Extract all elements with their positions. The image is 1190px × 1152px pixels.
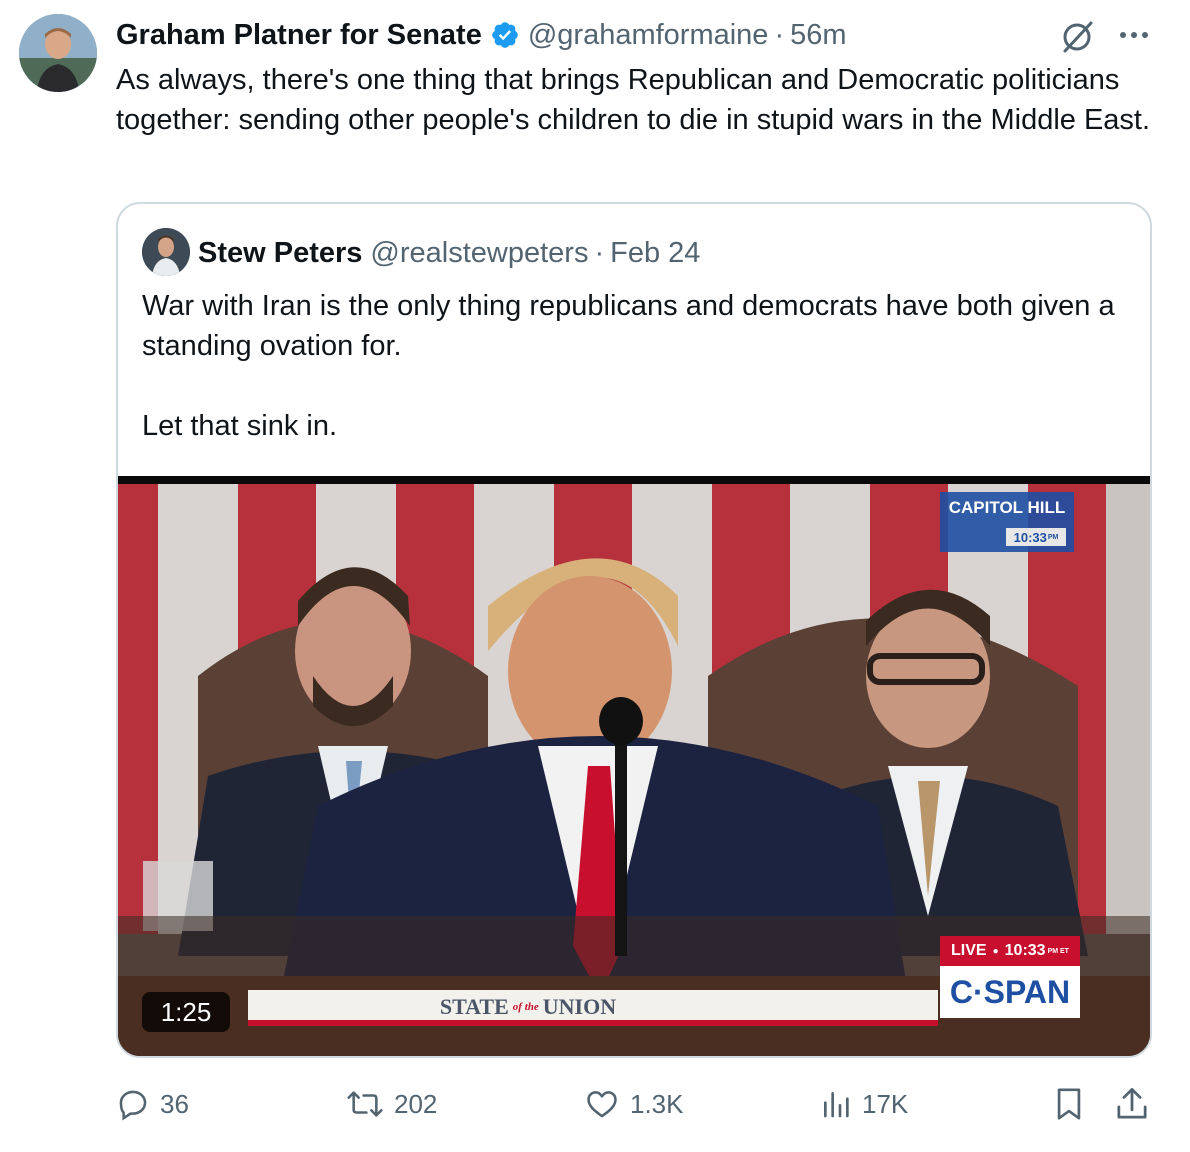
live-time: 10:33 [1004, 942, 1046, 959]
share-icon [1117, 1087, 1147, 1119]
more-icon[interactable] [1114, 20, 1154, 50]
live-label: LIVE [951, 942, 987, 959]
tweet[interactable]: Graham Platner for Senate @grahamformain… [0, 0, 1190, 1152]
post-text: As always, there's one thing that brings… [116, 64, 1151, 136]
action-bar: 36 202 1.3K 17K [116, 1080, 1156, 1128]
banner-right: UNION [542, 994, 617, 1019]
author-name[interactable]: Graham Platner for Senate [116, 19, 482, 52]
share-button[interactable] [1114, 1080, 1160, 1128]
post-time[interactable]: 56m [790, 19, 846, 52]
quoted-text: War with Iran is the only thing republic… [142, 286, 1122, 446]
banner-left: STATE [439, 994, 509, 1019]
views-count: 17K [862, 1088, 909, 1119]
quoted-author-avatar[interactable] [142, 228, 190, 276]
views-button[interactable]: 17K [820, 1080, 908, 1128]
quoted-header: Stew Peters @realstewpeters · Feb 24 [198, 232, 700, 274]
live-dot: ● [992, 945, 999, 957]
video-player[interactable]: CAPITOL HILL 10:33 PM LIVE ● 10:33 PM ET C… [118, 476, 1150, 1056]
like-count: 1.3K [630, 1088, 684, 1119]
header-separator: · [774, 18, 785, 51]
quoted-author-name[interactable]: Stew Peters [198, 237, 362, 270]
verified-badge-icon [492, 22, 518, 48]
reply-button[interactable]: 36 [116, 1080, 189, 1128]
bookmark-icon [1057, 1088, 1081, 1120]
views-icon [824, 1092, 849, 1118]
reply-icon [119, 1090, 147, 1121]
quoted-text-line-1: War with Iran is the only thing republic… [142, 290, 1115, 362]
banner-mid: of the [512, 1001, 539, 1013]
cspan-logo: C·SPAN [949, 973, 1071, 1010]
bookmark-button[interactable] [1052, 1080, 1096, 1128]
overlay-location: CAPITOL HILL [948, 498, 1066, 517]
author-avatar[interactable] [19, 14, 97, 92]
author-avatar-image [19, 14, 97, 92]
repost-count: 202 [394, 1088, 438, 1119]
quoted-tweet[interactable]: Stew Peters @realstewpeters · Feb 24 War… [116, 202, 1152, 1058]
overlay-time-value: 10:33 [1013, 529, 1047, 545]
live-badge: LIVE ● 10:33 PM ET [940, 936, 1080, 966]
video-duration: 1:25 [142, 992, 230, 1032]
state-of-the-union-banner: STATE of the UNION [248, 990, 808, 1024]
reply-count: 36 [160, 1088, 189, 1119]
author-handle[interactable]: @grahamformaine [528, 19, 769, 52]
like-icon [587, 1091, 617, 1118]
repost-icon [347, 1091, 383, 1117]
grok-icon[interactable] [1058, 18, 1096, 56]
post-header: Graham Platner for Senate @grahamformain… [116, 14, 847, 56]
quoted-avatar-image [142, 228, 190, 276]
quoted-text-line-2: Let that sink in. [142, 410, 338, 442]
overlay-time: 10:33 PM [1006, 528, 1066, 546]
repost-button[interactable]: 202 [346, 1080, 437, 1128]
like-button[interactable]: 1.3K [584, 1080, 684, 1128]
overlay-ampm: PM [1047, 533, 1059, 541]
quoted-date[interactable]: Feb 24 [610, 237, 700, 270]
quoted-author-handle[interactable]: @realstewpeters [370, 237, 588, 270]
live-ampm: PM ET [1047, 947, 1069, 955]
quoted-header-separator: · [594, 236, 605, 269]
